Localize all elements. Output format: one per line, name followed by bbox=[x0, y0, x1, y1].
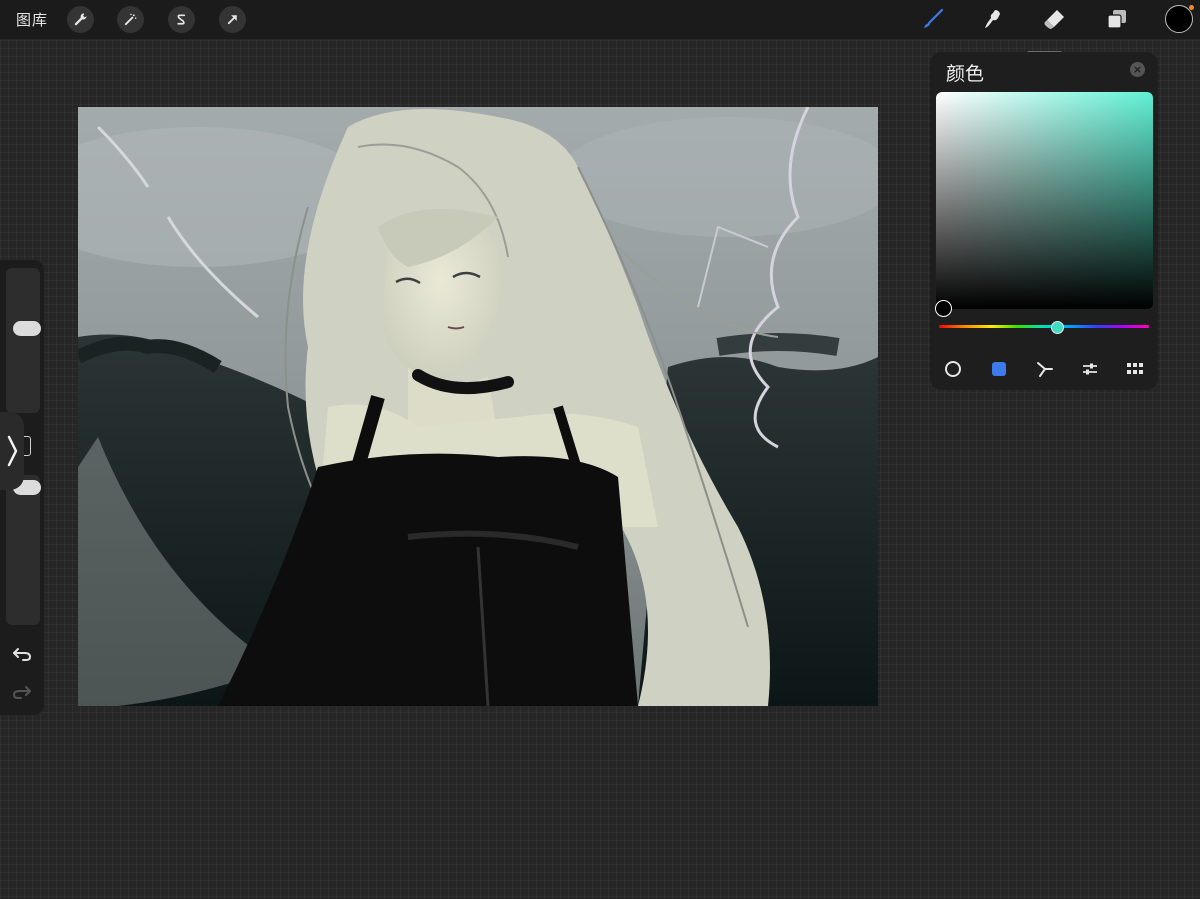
magic-wand-icon[interactable] bbox=[117, 6, 144, 33]
opacity-slider[interactable] bbox=[6, 475, 41, 625]
top-toolbar: 图库 bbox=[0, 0, 1200, 39]
panel-title: 颜色 bbox=[946, 63, 985, 85]
current-color-swatch[interactable] bbox=[1165, 5, 1194, 33]
layers-icon[interactable] bbox=[1102, 4, 1132, 34]
sidebar-collapse-tab[interactable] bbox=[0, 412, 24, 490]
arrow-cursor-icon[interactable] bbox=[219, 6, 246, 33]
saturation-brightness-picker[interactable] bbox=[935, 92, 1153, 317]
classic-mode-icon[interactable] bbox=[988, 358, 1010, 380]
swatch-indicator-dot bbox=[1189, 5, 1194, 10]
hue-slider[interactable] bbox=[939, 325, 1149, 328]
harmony-mode-icon[interactable] bbox=[1034, 358, 1056, 380]
brush-size-slider[interactable] bbox=[6, 268, 41, 413]
close-icon[interactable]: × bbox=[1130, 62, 1145, 77]
palettes-mode-icon[interactable] bbox=[1124, 358, 1146, 380]
gallery-button[interactable]: 图库 bbox=[16, 9, 48, 30]
hue-slider-knob[interactable] bbox=[1051, 321, 1064, 334]
artwork bbox=[78, 107, 878, 706]
value-mode-icon[interactable] bbox=[1079, 358, 1101, 380]
undo-icon[interactable] bbox=[10, 642, 34, 666]
color-picker-knob[interactable] bbox=[935, 300, 952, 317]
smudge-icon[interactable] bbox=[978, 4, 1008, 34]
wrench-icon[interactable] bbox=[67, 6, 94, 33]
brush-icon[interactable] bbox=[918, 4, 948, 34]
selection-s-icon[interactable] bbox=[168, 6, 195, 33]
brush-size-thumb[interactable] bbox=[13, 321, 41, 336]
eraser-icon[interactable] bbox=[1039, 4, 1069, 34]
color-panel: 颜色 × bbox=[930, 52, 1158, 390]
drawing-canvas[interactable] bbox=[78, 107, 878, 706]
disc-mode-icon[interactable] bbox=[942, 358, 964, 380]
redo-icon[interactable] bbox=[10, 680, 34, 704]
